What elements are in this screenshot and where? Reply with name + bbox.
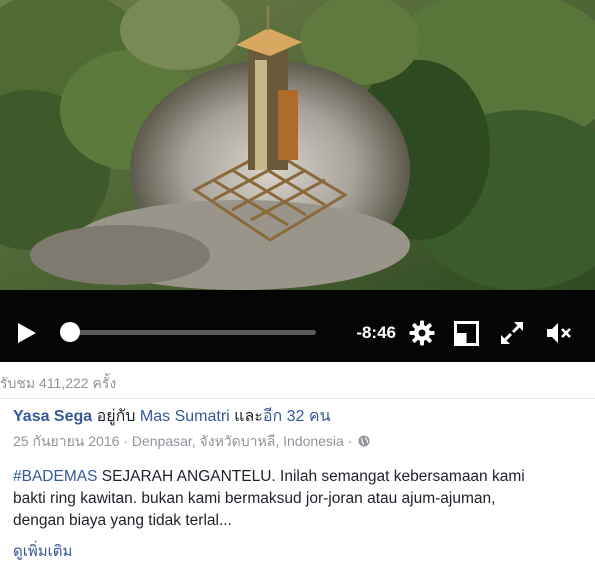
post-text: #BADEMAS SEJARAH ANGANTELU. Inilah seman… [13, 466, 593, 532]
post-date[interactable]: 25 กันยายน 2016 [13, 433, 119, 449]
tagged-user-link[interactable]: Mas Sumatri [140, 408, 230, 425]
meta-separator: · [347, 433, 353, 449]
play-icon[interactable] [16, 321, 38, 345]
and-text: และ [234, 408, 263, 425]
post-text-line-2: bakti ring kawitan. bukan kami bermaksud… [13, 490, 496, 507]
author-name-link[interactable]: Yasa Sega [13, 408, 92, 425]
post-location[interactable]: Denpasar, จังหวัดบาหลี, Indonesia [132, 433, 344, 449]
post-text-line-3: dengan biaya yang tidak terlal... [13, 512, 232, 529]
popout-icon[interactable] [454, 321, 479, 346]
divider [0, 398, 595, 399]
view-count: รับชม 411,222 ครั้ง [0, 375, 117, 391]
gear-icon[interactable] [409, 320, 435, 346]
see-more-link[interactable]: ดูเพิ่มเติม [13, 541, 72, 563]
expand-icon[interactable] [500, 321, 524, 345]
meta-separator: · [123, 433, 128, 449]
progress-handle[interactable] [60, 322, 80, 342]
post-text-line-1: #BADEMAS SEJARAH ANGANTELU. Inilah seman… [13, 466, 593, 488]
others-link[interactable]: อีก 32 คน [263, 408, 331, 425]
post-text-line-1-rest: SEJARAH ANGANTELU. Inilah semangat keber… [97, 468, 525, 485]
progress-track[interactable] [68, 330, 316, 335]
globe-icon[interactable] [358, 435, 370, 447]
time-remaining: -8:46 [356, 323, 396, 342]
mute-icon[interactable] [546, 322, 572, 344]
with-text: อยู่กับ [96, 408, 136, 425]
post-author-line: Yasa Sega อยู่กับ Mas Sumatri และอีก 32 … [13, 406, 331, 428]
aerial-video-frame [0, 0, 595, 290]
post-meta-line: 25 กันยายน 2016 · Denpasar, จังหวัดบาหลี… [13, 431, 370, 451]
hashtag-link[interactable]: #BADEMAS [13, 468, 97, 485]
video-frame[interactable] [0, 0, 595, 290]
